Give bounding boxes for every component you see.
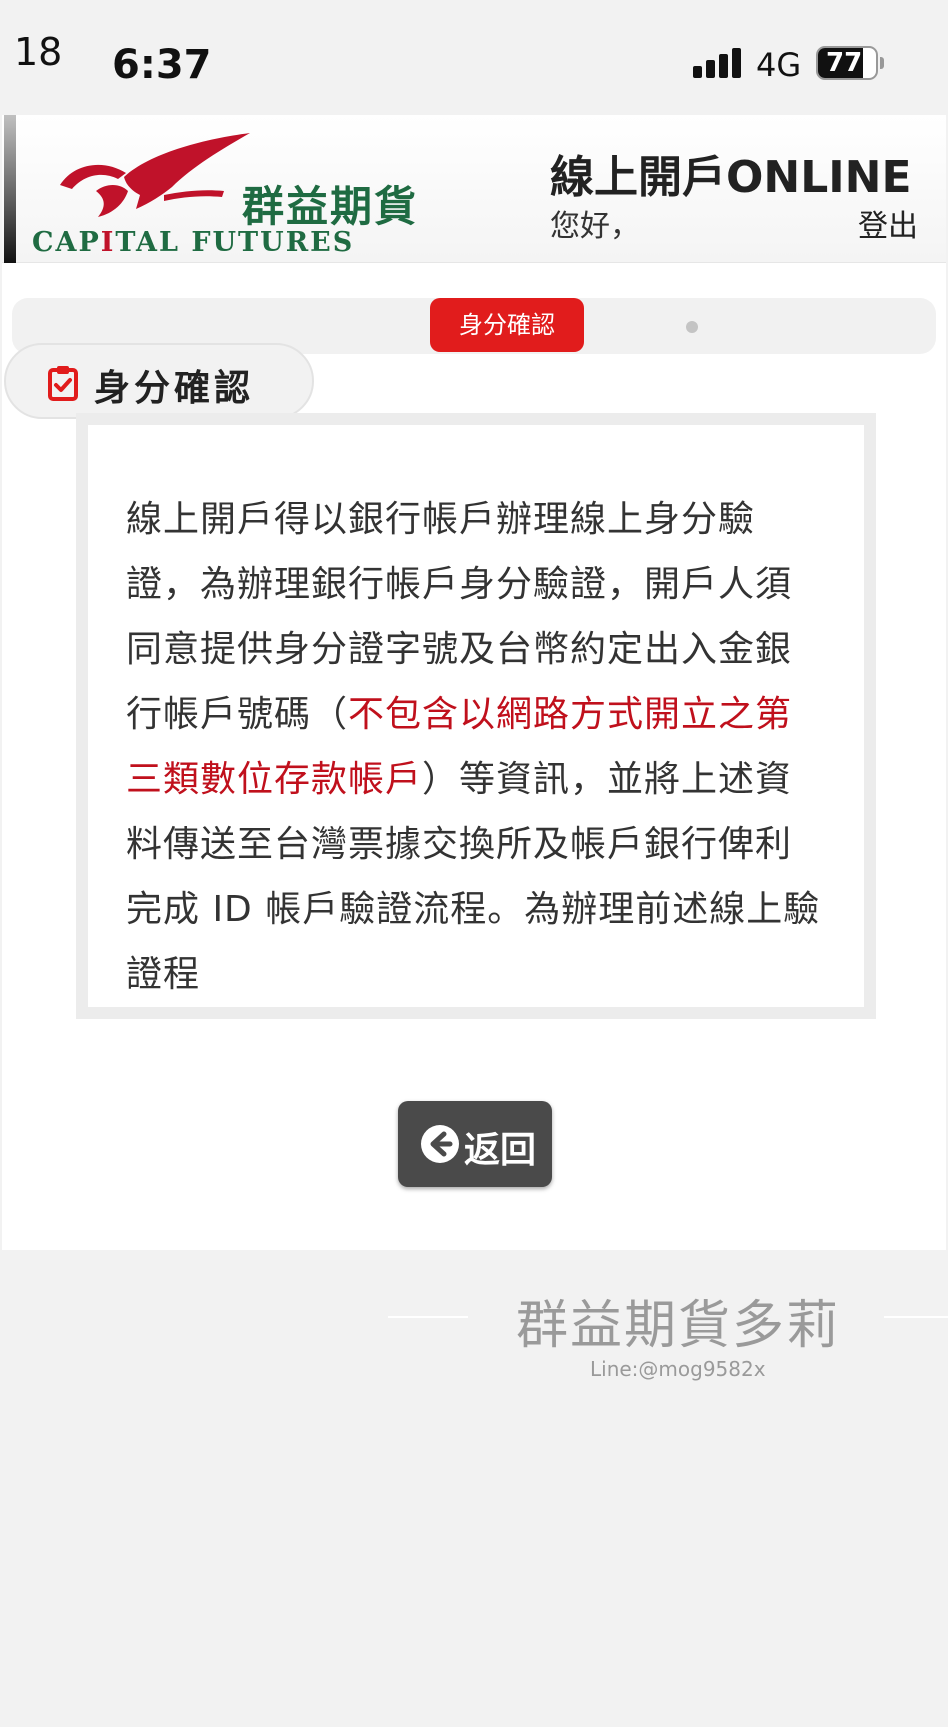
watermark-line-right [884,1316,948,1318]
back-button-label: 返回 [464,1130,537,1171]
watermark-title: 群益期貨多莉 [516,1296,841,1356]
logo[interactable]: 群益期貨 CAPITAL FUTURES [32,133,462,258]
battery-nub [880,57,884,69]
network-type: 4G [756,46,802,84]
watermark-line-left [388,1316,468,1318]
arrow-left-circle-icon [421,1125,459,1163]
header-left-bar [4,115,16,263]
logo-en-part-1: CAP [32,227,101,258]
signal-icon [693,48,743,78]
logout-link[interactable]: 登出 [858,201,918,245]
terms-text: 線上開戶得以銀行帳戶辦理線上身分驗證，為辦理銀行帳戶身分驗證，開戶人須同意提供身… [126,487,826,1007]
status-corner-number: 18 [14,30,63,74]
header: 群益期貨 CAPITAL FUTURES 線上開戶ONLINE 您好， 登出 [2,115,946,263]
section-title: 身分確認 [94,368,255,409]
battery-icon: 77 [816,46,878,80]
logo-en-part-3: TAL FUTURES [115,227,355,258]
section-label: 身分確認 [4,343,314,419]
step-active: 身分確認 [430,298,584,352]
battery-level: 77 [826,48,863,78]
app-card: 群益期貨 CAPITAL FUTURES 線上開戶ONLINE 您好， 登出 身… [2,115,946,1250]
status-bar: 18 6:37 4G 77 [0,0,948,115]
back-button[interactable]: 返回 [398,1101,552,1187]
eagle-logo-icon [60,133,250,217]
logo-english-name: CAPITAL FUTURES [32,227,354,258]
clipboard-check-icon [48,366,78,401]
watermark-subtitle: Line:@mog9582x [590,1357,766,1381]
header-title: 線上開戶ONLINE [550,152,912,203]
step-next-dot [686,321,698,333]
logo-chinese-name: 群益期貨 [242,182,419,231]
status-time: 6:37 [112,42,212,88]
logo-en-part-2: I [100,227,116,258]
header-greeting: 您好， [550,209,640,244]
terms-content-box[interactable]: 線上開戶得以銀行帳戶辦理線上身分驗證，為辦理銀行帳戶身分驗證，開戶人須同意提供身… [76,413,876,1019]
